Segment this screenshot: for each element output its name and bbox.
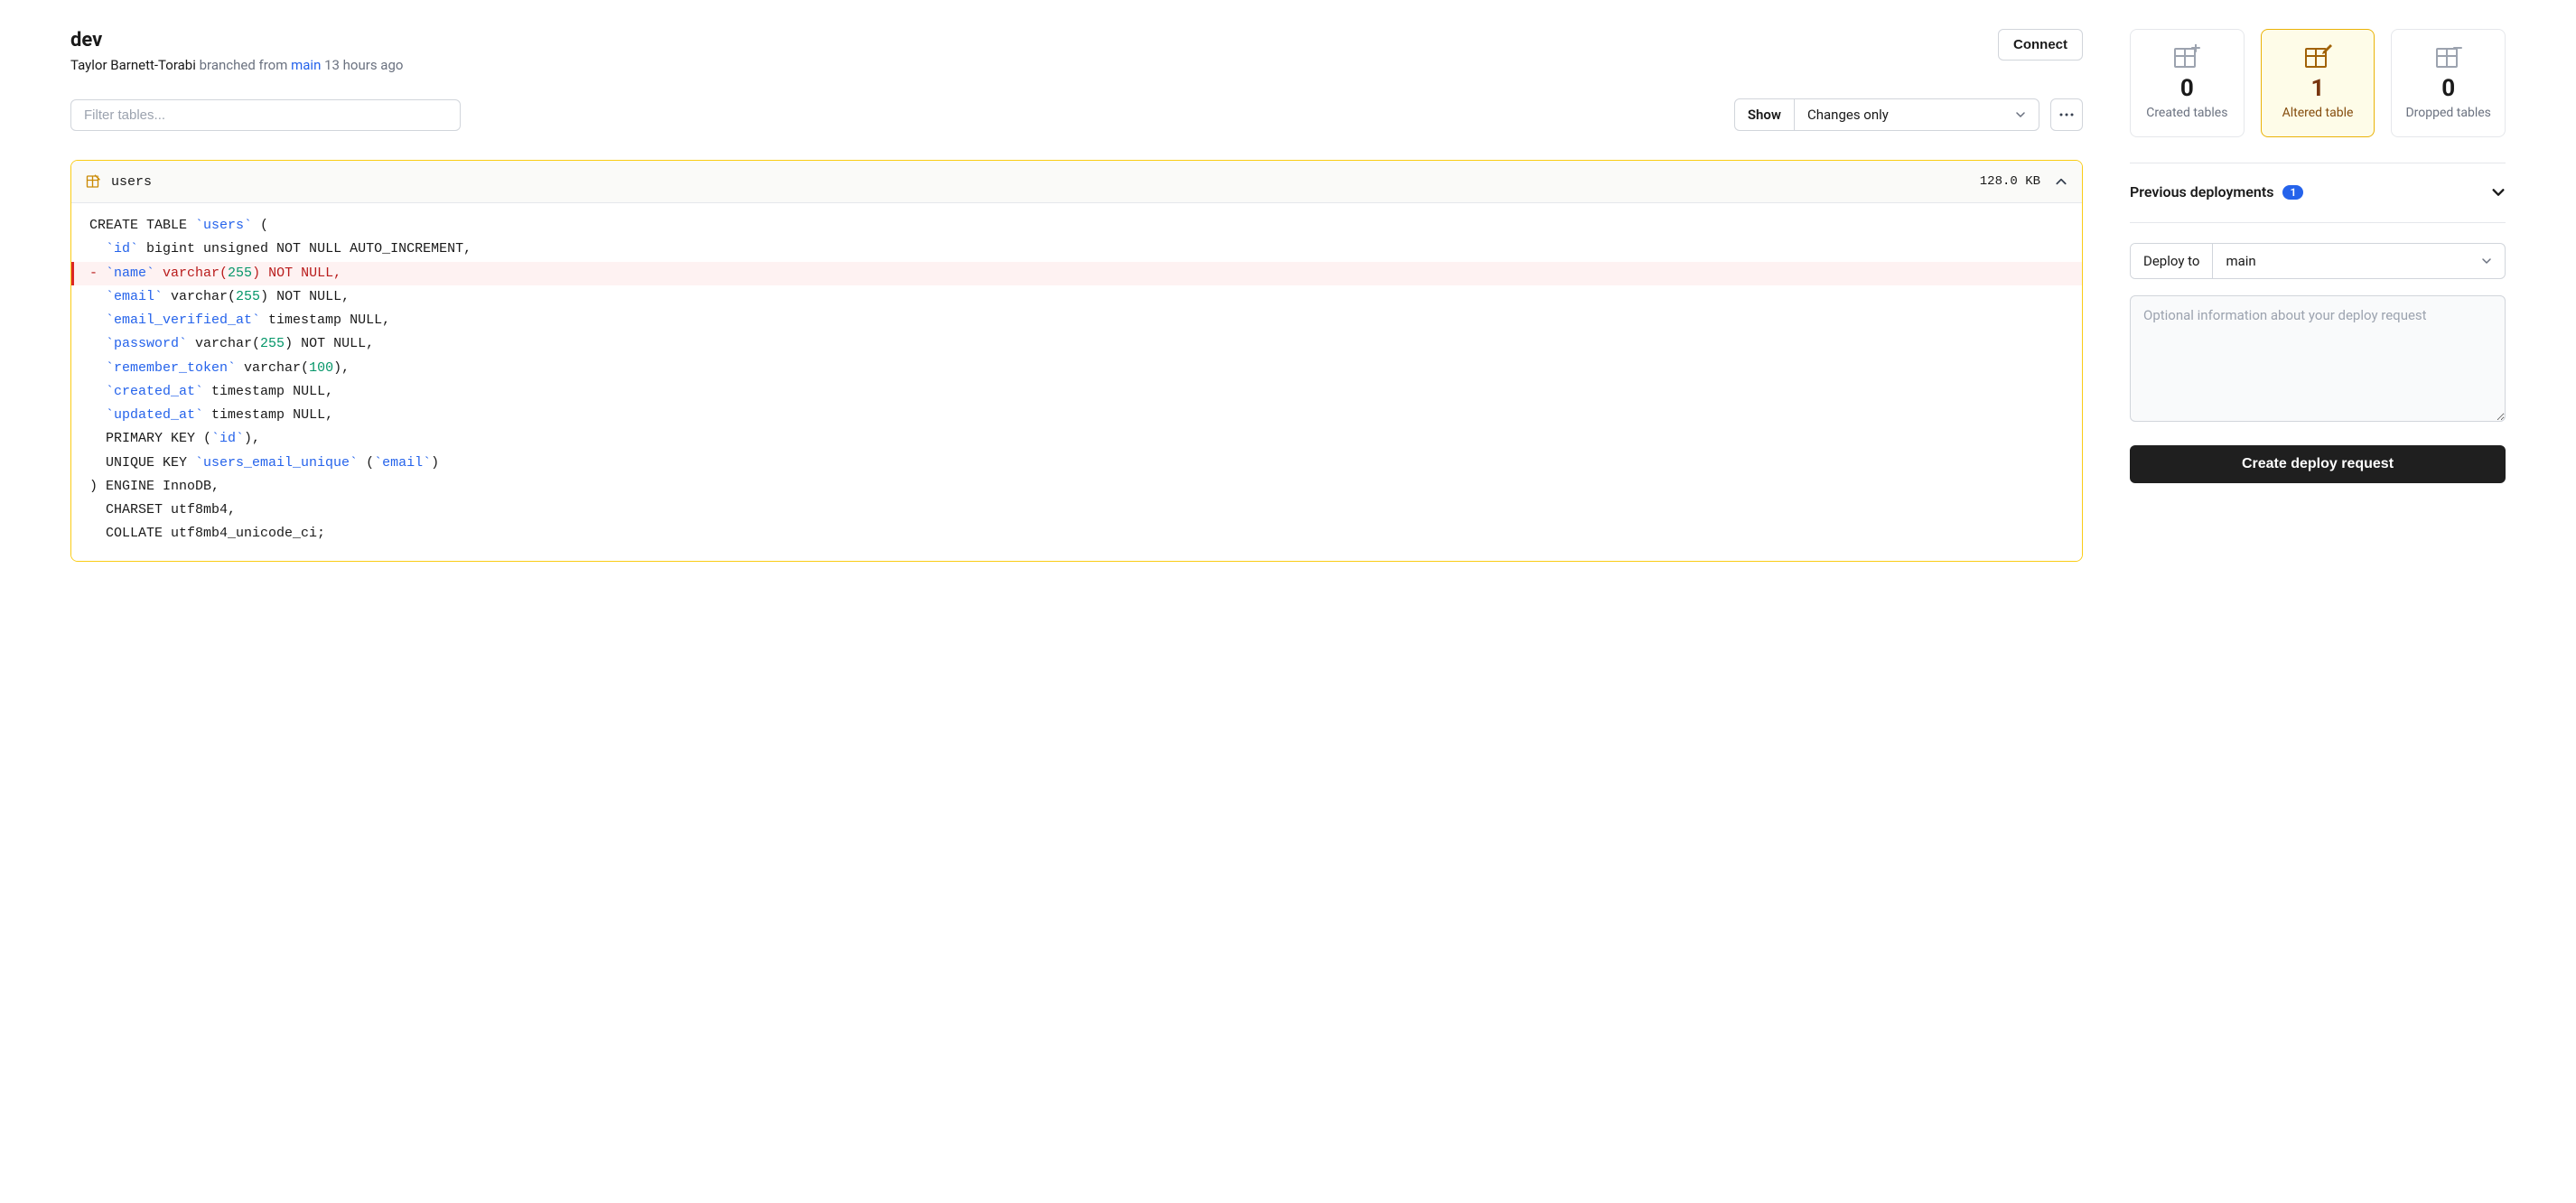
more-options-button[interactable] <box>2050 98 2083 131</box>
stat-altered-tables[interactable]: 1 Altered table <box>2261 29 2375 137</box>
code-line: ) ENGINE InnoDB, <box>71 475 2082 499</box>
branch-action-text: branched from <box>200 57 288 73</box>
code-line: PRIMARY KEY (`id`), <box>71 427 2082 451</box>
code-line: CHARSET utf8mb4, <box>71 499 2082 522</box>
branch-time-ago: 13 hours ago <box>324 57 403 73</box>
collapse-button[interactable] <box>2055 175 2067 188</box>
show-select[interactable]: Changes only <box>1795 99 2039 130</box>
chevron-down-icon <box>2015 109 2026 120</box>
stat-dropped-count: 0 <box>2441 75 2455 102</box>
code-line: CREATE TABLE `users` ( <box>71 214 2082 238</box>
table-dropped-icon <box>2436 44 2461 66</box>
code-line: COLLATE utf8mb4_unicode_ci; <box>71 522 2082 546</box>
chevron-down-icon <box>2481 256 2492 266</box>
deploy-to-group: Deploy to main <box>2130 243 2506 279</box>
code-line: `remember_token` varchar(100), <box>71 357 2082 380</box>
code-line: UNIQUE KEY `users_email_unique` (`email`… <box>71 452 2082 475</box>
parent-branch-link[interactable]: main <box>291 57 321 73</box>
filter-tables-input[interactable] <box>70 99 461 131</box>
ellipsis-icon <box>2059 113 2074 117</box>
code-line: `password` varchar(255) NOT NULL, <box>71 332 2082 356</box>
divider <box>2130 222 2506 223</box>
code-line: `updated_at` timestamp NULL, <box>71 404 2082 427</box>
table-diff-body: CREATE TABLE `users` ( `id` bigint unsig… <box>71 203 2082 561</box>
stat-created-tables[interactable]: 0 Created tables <box>2130 29 2245 137</box>
code-line: `created_at` timestamp NULL, <box>71 380 2082 404</box>
previous-deployments-toggle[interactable]: Previous deployments 1 <box>2130 183 2506 200</box>
deploy-description-textarea[interactable] <box>2130 295 2506 422</box>
code-line: `email_verified_at` timestamp NULL, <box>71 309 2082 332</box>
code-line: `id` bigint unsigned NOT NULL AUTO_INCRE… <box>71 238 2082 261</box>
code-line: - `name` varchar(255) NOT NULL, <box>71 262 2082 285</box>
chevron-up-icon <box>2055 175 2067 188</box>
show-select-value: Changes only <box>1807 107 1889 123</box>
show-filter-group: Show Changes only <box>1734 98 2039 131</box>
code-line: `email` varchar(255) NOT NULL, <box>71 285 2082 309</box>
show-label: Show <box>1735 99 1795 130</box>
branch-meta: Taylor Barnett-Torabi branched from main… <box>70 57 403 73</box>
stat-created-count: 0 <box>2180 75 2194 102</box>
branch-author: Taylor Barnett-Torabi <box>70 57 196 73</box>
table-diff-card: users 128.0 KB CREATE TABLE `users` ( `i… <box>70 160 2083 562</box>
table-altered-icon <box>86 173 102 190</box>
previous-deployments-title: Previous deployments <box>2130 183 2273 200</box>
stat-altered-count: 1 <box>2311 75 2325 102</box>
table-created-icon <box>2174 44 2199 66</box>
table-altered-icon <box>2305 44 2330 66</box>
stat-dropped-label: Dropped tables <box>2405 106 2490 120</box>
stat-dropped-tables[interactable]: 0 Dropped tables <box>2391 29 2506 137</box>
deploy-to-select[interactable]: main <box>2213 244 2505 278</box>
deploy-to-label: Deploy to <box>2131 244 2213 278</box>
create-deploy-request-button[interactable]: Create deploy request <box>2130 445 2506 483</box>
deploy-to-value: main <box>2226 253 2255 269</box>
connect-button[interactable]: Connect <box>1998 29 2083 61</box>
table-name: users <box>111 174 152 190</box>
table-size: 128.0 KB <box>1980 174 2040 189</box>
branch-title: dev <box>70 29 403 51</box>
chevron-down-icon <box>2491 185 2506 200</box>
stat-created-label: Created tables <box>2146 106 2227 120</box>
previous-deployments-count-badge: 1 <box>2282 185 2303 200</box>
stat-altered-label: Altered table <box>2282 106 2354 120</box>
table-diff-header[interactable]: users 128.0 KB <box>71 161 2082 203</box>
